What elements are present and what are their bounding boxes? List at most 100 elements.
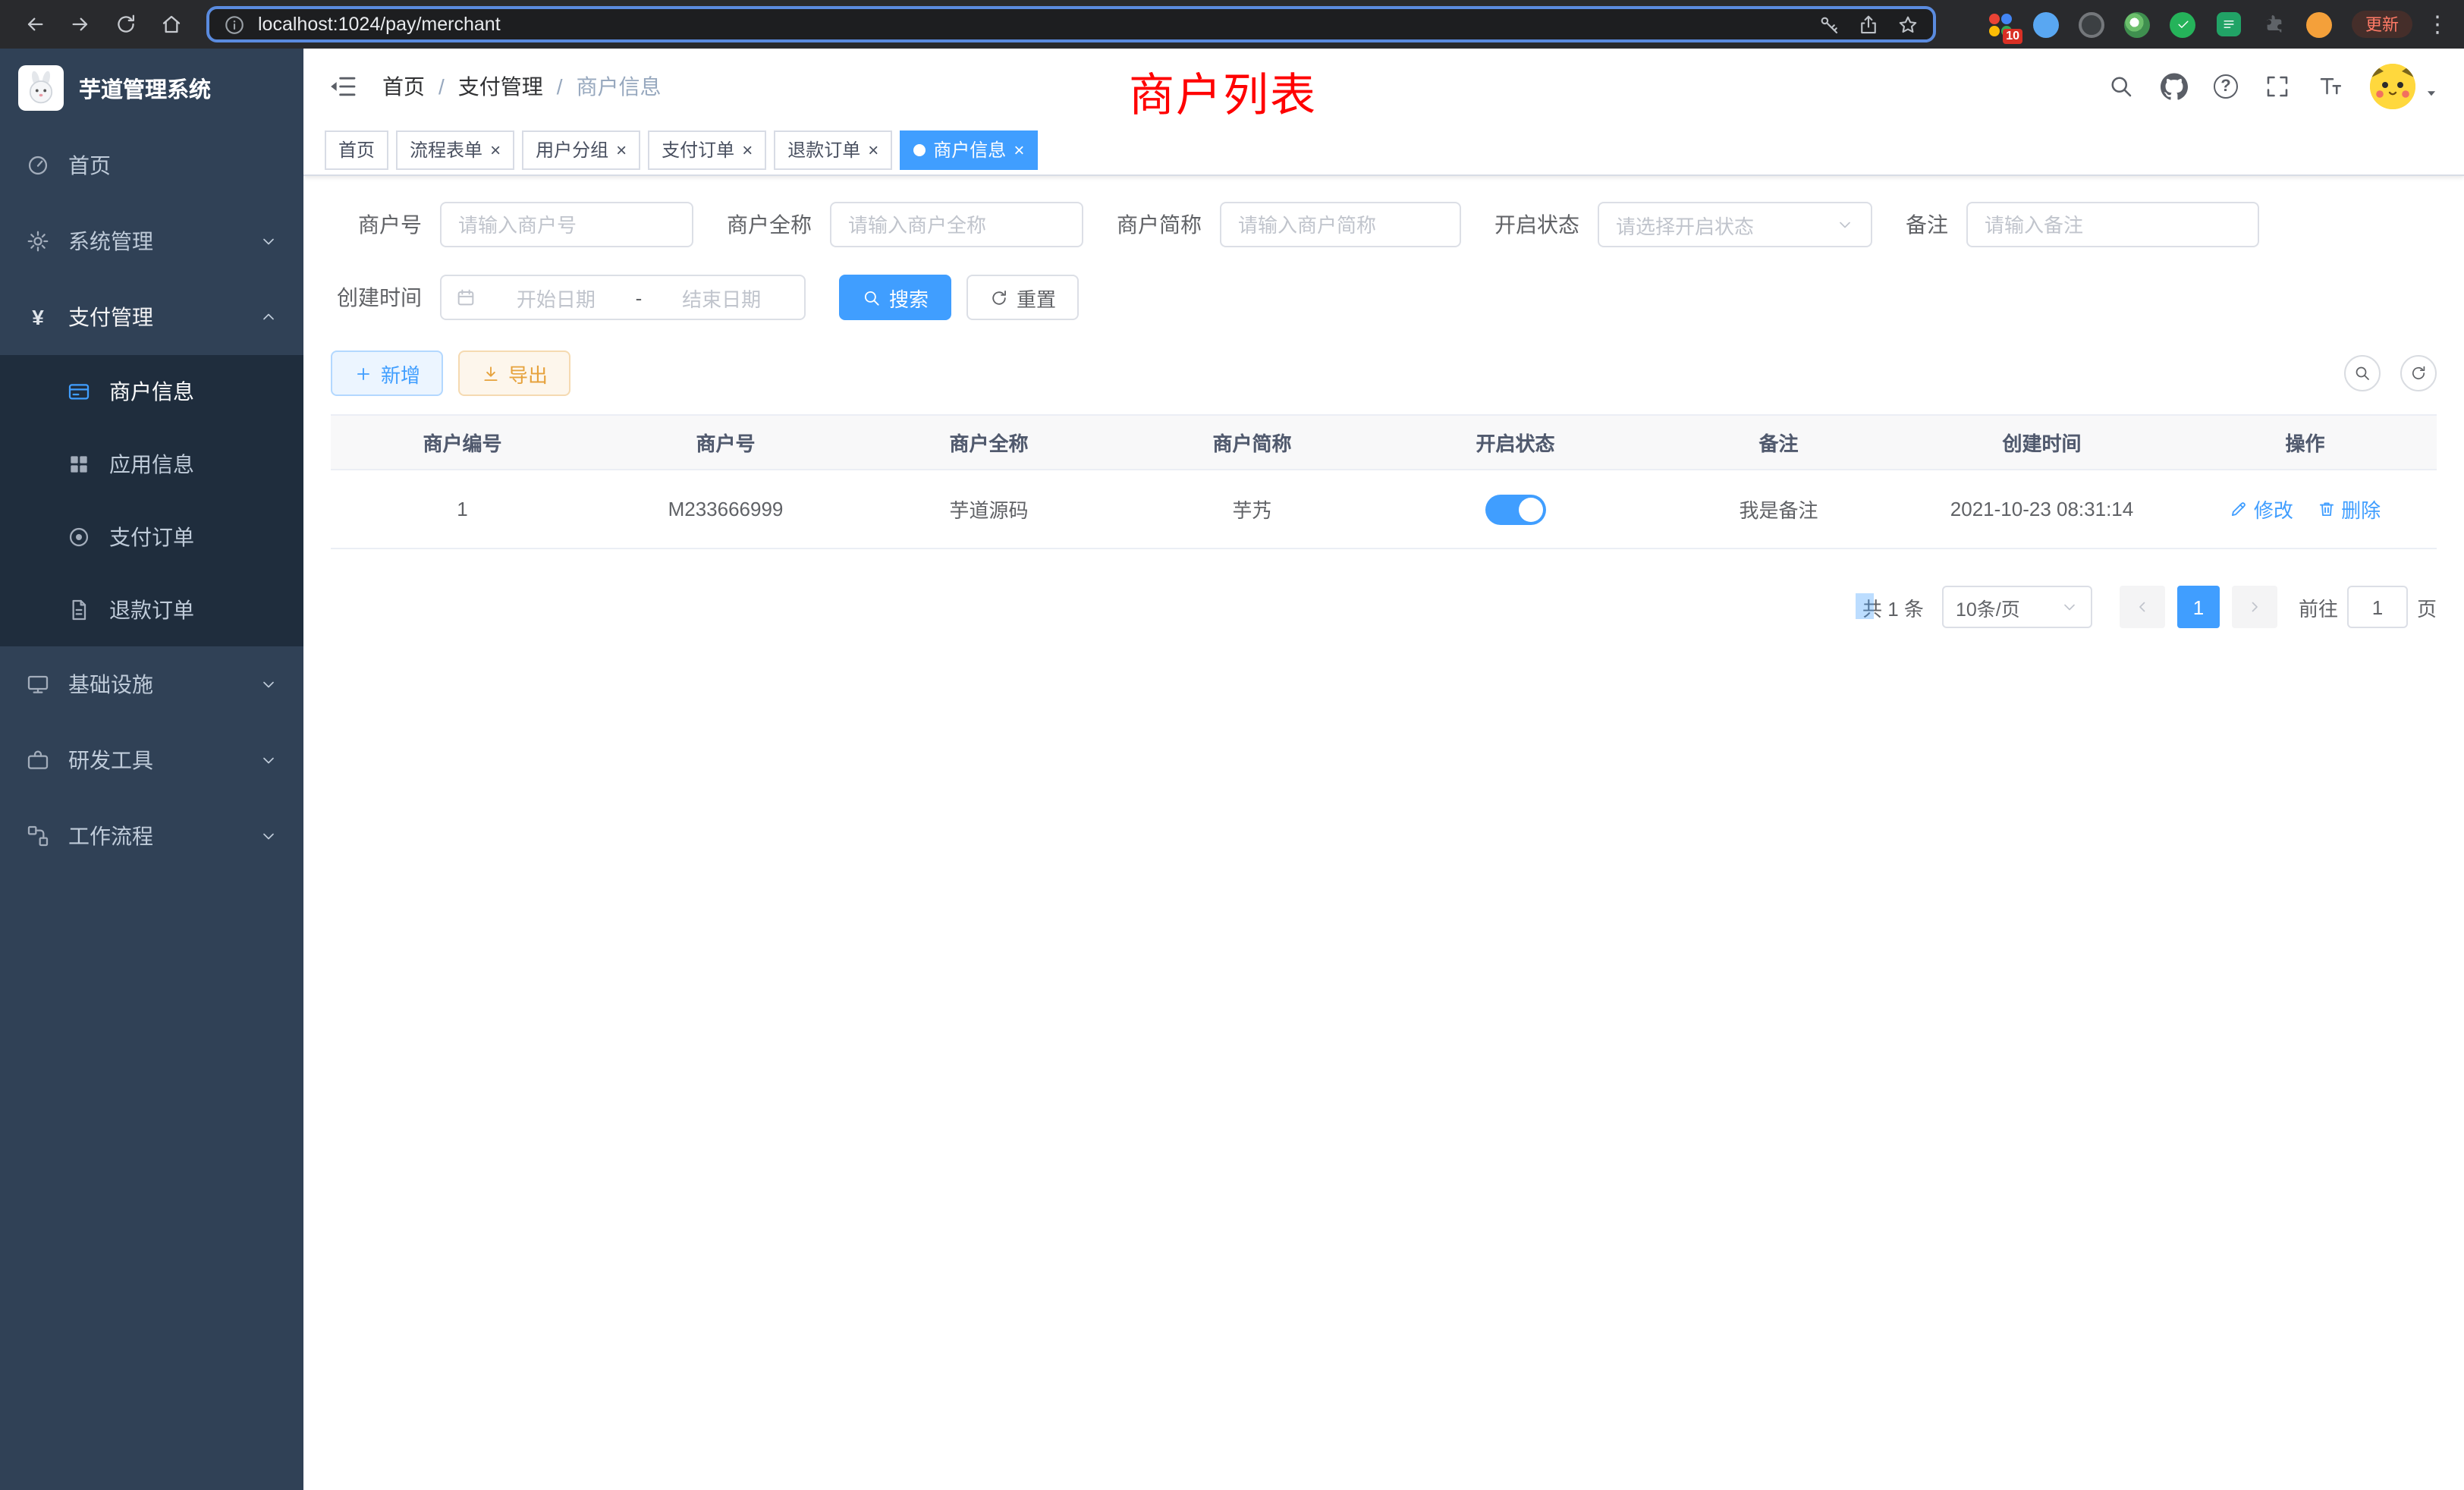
address-bar[interactable]: localhost:1024/pay/merchant	[206, 6, 1936, 42]
status-placeholder: 请选择开启状态	[1616, 210, 1827, 239]
user-avatar-menu[interactable]	[2370, 64, 2440, 109]
bookmark-star-icon[interactable]	[1897, 13, 1919, 36]
prev-page-button[interactable]	[2120, 586, 2165, 628]
caret-down-icon	[2423, 84, 2440, 101]
extension-icon-green-check[interactable]	[2168, 10, 2197, 39]
tab-process-form[interactable]: 流程表单 ×	[396, 130, 514, 169]
merchant-no-input[interactable]	[440, 202, 693, 247]
extension-icon-dark-ring[interactable]	[2077, 10, 2106, 39]
close-icon[interactable]: ×	[1014, 139, 1024, 160]
breadcrumb-separator: /	[438, 74, 445, 99]
chevron-up-icon	[259, 308, 278, 326]
status-select[interactable]: 请选择开启状态	[1598, 202, 1872, 247]
remark-input[interactable]	[1966, 202, 2259, 247]
table-row: 1 M233666999 芋道源码 芋艿 我是备注 2021-10-23 08:…	[331, 470, 2437, 549]
extension-icon-multicolor[interactable]	[2123, 10, 2151, 39]
short-name-input[interactable]	[1220, 202, 1461, 247]
browser-update-button[interactable]: 更新	[2352, 11, 2412, 38]
url-text[interactable]: localhost:1024/pay/merchant	[258, 14, 1801, 35]
filter-status: 开启状态 请选择开启状态	[1494, 202, 1872, 247]
cell-merchant-no: M233666999	[594, 470, 857, 549]
sidebar-item-infrastructure[interactable]: 基础设施	[0, 646, 303, 722]
toggle-search-button[interactable]	[2344, 355, 2381, 391]
sidebar-fold-icon[interactable]	[328, 71, 358, 102]
refresh-table-button[interactable]	[2400, 355, 2437, 391]
share-icon[interactable]	[1857, 13, 1880, 36]
goto-page-input[interactable]	[2347, 586, 2408, 628]
extension-icon-puzzle[interactable]	[2259, 10, 2288, 39]
full-name-input[interactable]	[830, 202, 1083, 247]
edit-link[interactable]: 修改	[2230, 495, 2293, 523]
rabbit-logo-icon	[18, 65, 64, 111]
sidebar-item-dev-tools[interactable]: 研发工具	[0, 722, 303, 798]
tab-user-group[interactable]: 用户分组 ×	[522, 130, 640, 169]
breadcrumb-item-home[interactable]: 首页	[382, 71, 425, 102]
search-button[interactable]: 搜索	[839, 275, 951, 320]
sidebar-item-label: 退款订单	[109, 595, 194, 625]
merchant-no-label: 商户号	[331, 209, 422, 240]
password-key-icon[interactable]	[1818, 13, 1840, 36]
help-icon[interactable]: ?	[2214, 74, 2238, 99]
tab-pay-orders[interactable]: 支付订单 ×	[648, 130, 766, 169]
extension-icon-blue-drop[interactable]	[2032, 10, 2060, 39]
font-size-icon[interactable]	[2317, 73, 2344, 100]
tab-refund-orders[interactable]: 退款订单 ×	[774, 130, 892, 169]
table-header-row: 商户编号 商户号 商户全称 商户简称 开启状态 备注 创建时间 操作	[331, 415, 2437, 470]
page-unit-label: 页	[2417, 593, 2437, 621]
home-button[interactable]	[152, 5, 191, 44]
next-page-button[interactable]	[2232, 586, 2277, 628]
goto-page: 前往 页	[2299, 586, 2437, 628]
selection-artifact	[1855, 593, 1873, 618]
site-info-icon[interactable]	[223, 13, 246, 36]
extension-icon-orange-face[interactable]	[2305, 10, 2334, 39]
date-range-picker[interactable]: 开始日期 - 结束日期	[440, 275, 806, 320]
navbar-actions: ?	[2107, 64, 2440, 109]
document-icon	[67, 598, 91, 622]
cell-actions: 修改 删除	[2173, 470, 2437, 549]
column-header: 商户编号	[331, 415, 594, 470]
sidebar-item-system[interactable]: 系统管理	[0, 203, 303, 279]
close-icon[interactable]: ×	[868, 139, 878, 160]
search-icon[interactable]	[2107, 73, 2135, 100]
sidebar-item-merchant-info[interactable]: 商户信息	[0, 355, 303, 428]
breadcrumb-item-payment[interactable]: 支付管理	[458, 71, 543, 102]
extensions-area: 10 更新 ⋮	[1954, 10, 2449, 39]
fullscreen-icon[interactable]	[2264, 73, 2291, 100]
tab-home[interactable]: 首页	[325, 130, 388, 169]
date-end-placeholder: 结束日期	[652, 283, 790, 312]
sidebar-item-refund-orders[interactable]: 退款订单	[0, 574, 303, 646]
sidebar-item-app-info[interactable]: 应用信息	[0, 428, 303, 501]
page-size-select[interactable]: 10条/页	[1942, 586, 2092, 628]
add-button[interactable]: 新增	[331, 350, 443, 396]
close-icon[interactable]: ×	[616, 139, 627, 160]
extension-icon-colorful[interactable]: 10	[1986, 10, 2015, 39]
chevron-down-icon	[259, 232, 278, 250]
status-toggle[interactable]	[1485, 494, 1546, 524]
sidebar-item-home[interactable]: 首页	[0, 127, 303, 203]
app-logo[interactable]: 芋道管理系统	[0, 49, 303, 127]
close-icon[interactable]: ×	[742, 139, 753, 160]
browser-chrome: localhost:1024/pay/merchant 10	[0, 0, 2464, 49]
cell-short-name: 芋艿	[1120, 470, 1384, 549]
chevron-down-icon	[259, 751, 278, 769]
reset-button[interactable]: 重置	[966, 275, 1079, 320]
sidebar-item-workflow[interactable]: 工作流程	[0, 798, 303, 874]
pagination: 共 1 条 10条/页 1 前往 页	[331, 586, 2437, 628]
sidebar-item-payment[interactable]: ¥ 支付管理	[0, 279, 303, 355]
sidebar-item-label: 工作流程	[68, 821, 153, 851]
forward-button[interactable]	[61, 5, 100, 44]
browser-menu-icon[interactable]: ⋮	[2426, 13, 2449, 36]
grid-icon	[67, 452, 91, 476]
sidebar-item-pay-orders[interactable]: 支付订单	[0, 501, 303, 574]
page-number-1[interactable]: 1	[2177, 586, 2220, 628]
close-icon[interactable]: ×	[490, 139, 501, 160]
tab-merchant-info[interactable]: 商户信息 ×	[900, 130, 1038, 169]
gear-icon	[26, 229, 50, 253]
back-button[interactable]	[15, 5, 55, 44]
sidebar: 芋道管理系统 首页 系统管理 ¥ 支付管理	[0, 49, 303, 1490]
reload-button[interactable]	[106, 5, 146, 44]
github-icon[interactable]	[2161, 73, 2188, 100]
extension-icon-green-book[interactable]	[2214, 10, 2242, 39]
export-button[interactable]: 导出	[458, 350, 570, 396]
delete-link[interactable]: 删除	[2317, 495, 2381, 523]
